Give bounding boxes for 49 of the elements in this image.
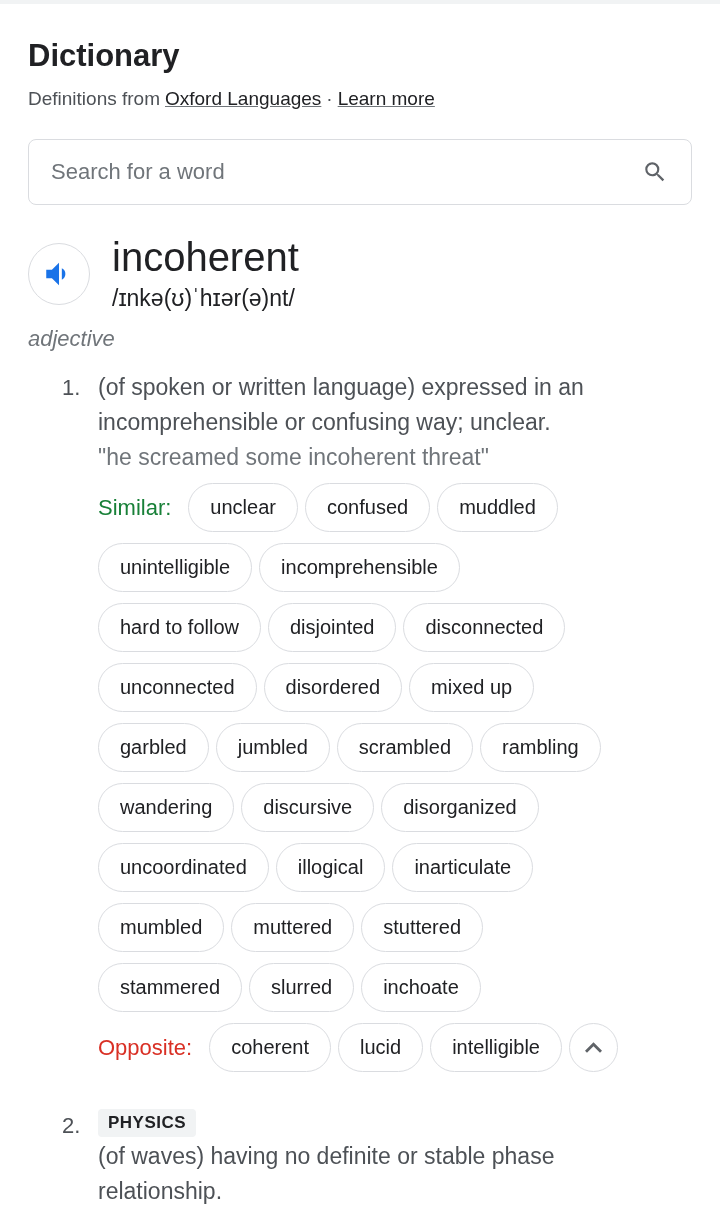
antonym-chip[interactable]: intelligible <box>430 1023 562 1072</box>
similar-label: Similar: <box>98 494 172 521</box>
synonym-chip[interactable]: illogical <box>275 843 386 892</box>
synonym-chip[interactable]: incomprehensible <box>259 543 460 592</box>
synonym-chip[interactable]: muttered <box>231 903 355 952</box>
oxford-languages-link[interactable]: Oxford Languages <box>165 88 322 110</box>
synonym-chip[interactable]: unconnected <box>98 663 257 712</box>
synonym-chip[interactable]: disordered <box>263 663 403 712</box>
synonym-chip[interactable]: rambling <box>480 723 601 772</box>
synonym-chip[interactable]: inchoate <box>361 963 481 1012</box>
learn-more-link[interactable]: Learn more <box>337 88 435 110</box>
synonym-chip[interactable]: jumbled <box>215 723 330 772</box>
phonetic-text: /ɪnkə(ʊ)ˈhɪər(ə)nt/ <box>112 285 296 312</box>
separator-dot: · <box>326 88 333 110</box>
synonym-chip[interactable]: stammered <box>98 963 243 1012</box>
synonym-chip[interactable]: unintelligible <box>98 543 253 592</box>
part-of-speech: adjective <box>28 326 116 352</box>
synonym-chip[interactable]: stuttered <box>361 903 484 952</box>
antonym-chip[interactable]: coherent <box>209 1023 331 1072</box>
dictionary-title: Dictionary <box>28 37 181 75</box>
sense-number: 2. <box>61 1112 82 1140</box>
synonym-chip[interactable]: hard to follow <box>98 603 261 652</box>
synonym-chip[interactable]: disorganized <box>381 783 539 832</box>
synonym-chip[interactable]: disjointed <box>267 603 397 652</box>
synonym-chip[interactable]: unclear <box>188 483 298 532</box>
synonym-chip[interactable]: inarticulate <box>392 843 534 892</box>
headword: incoherent <box>112 234 299 281</box>
synonym-chip[interactable]: mixed up <box>409 663 535 712</box>
opposite-label: Opposite: <box>98 1034 193 1061</box>
source-text: Definitions from <box>28 88 160 110</box>
synonym-chip[interactable]: scrambled <box>336 723 474 772</box>
synonym-chip[interactable]: slurred <box>249 963 355 1012</box>
synonym-chip[interactable]: wandering <box>98 783 235 832</box>
definition-text: (of spoken or written language) expressed in an incomprehensible or confusing way; unclear. <box>98 373 585 437</box>
synonym-chip[interactable]: garbled <box>98 723 209 772</box>
synonym-chip[interactable]: discursive <box>241 783 375 832</box>
synonym-chip[interactable]: disconnected <box>403 603 566 652</box>
antonym-chip[interactable]: lucid <box>338 1023 424 1072</box>
chevron-icon <box>585 1042 602 1053</box>
synonym-chip[interactable]: uncoordinated <box>98 843 269 892</box>
synonym-chip[interactable]: muddled <box>437 483 558 532</box>
example-text: "he screamed some incoherent threat" <box>98 443 490 472</box>
search-field[interactable]: Search for a word <box>28 139 692 205</box>
sense-number: 1. <box>61 374 82 402</box>
synonym-chip[interactable]: mumbled <box>98 903 225 952</box>
synonym-chip[interactable]: confused <box>304 483 431 532</box>
collapse-button[interactable] <box>569 1023 618 1072</box>
domain-label: PHYSICS <box>98 1109 197 1137</box>
definition-text: (of waves) having no definite or stable phase relationship. <box>98 1142 556 1206</box>
